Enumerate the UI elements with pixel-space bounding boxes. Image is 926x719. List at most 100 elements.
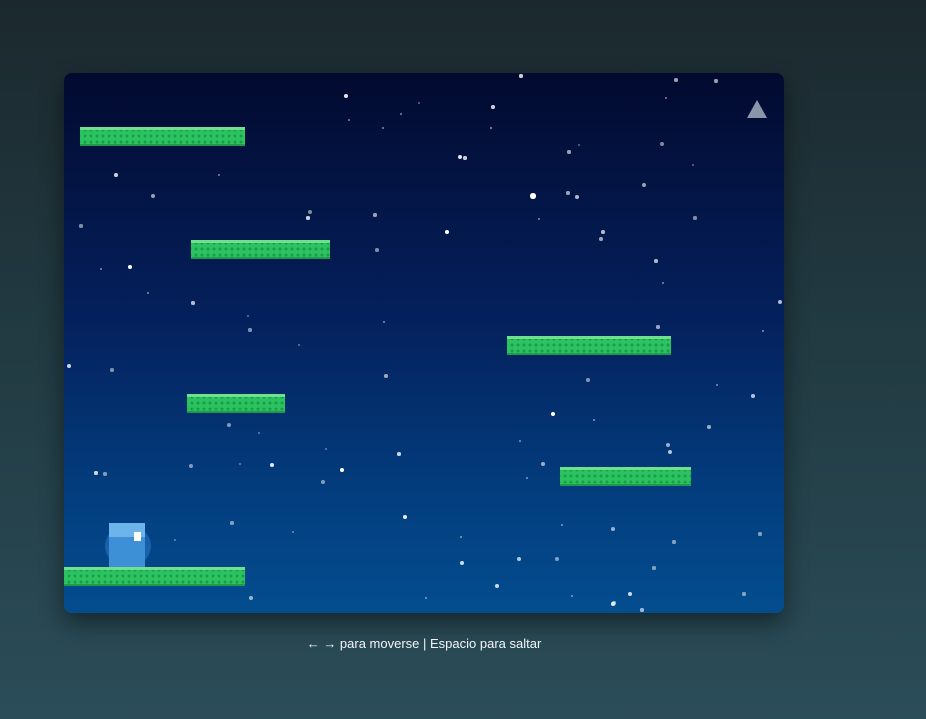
star — [67, 364, 71, 368]
star — [560, 523, 564, 527]
platform — [80, 127, 245, 146]
platform — [560, 467, 691, 486]
star — [758, 532, 762, 536]
star — [110, 368, 114, 372]
star — [566, 191, 570, 195]
star — [751, 394, 755, 398]
star — [399, 112, 403, 116]
star — [297, 343, 301, 347]
star — [518, 439, 522, 443]
star — [189, 464, 193, 468]
star — [540, 461, 546, 467]
star — [339, 467, 345, 473]
star — [191, 301, 195, 305]
game-canvas[interactable] — [64, 73, 784, 613]
star — [460, 561, 464, 565]
star — [668, 450, 672, 454]
star — [599, 237, 603, 241]
player-eye — [134, 532, 141, 541]
star — [661, 281, 665, 285]
star — [489, 126, 493, 130]
star — [306, 216, 310, 220]
star — [567, 150, 571, 154]
star — [151, 194, 155, 198]
star — [778, 300, 782, 304]
star — [347, 118, 351, 122]
star — [611, 602, 615, 606]
platform — [507, 336, 671, 355]
star — [660, 142, 664, 146]
star — [217, 173, 221, 177]
star — [742, 592, 746, 596]
star — [592, 418, 596, 422]
star — [641, 182, 647, 188]
star — [94, 471, 98, 475]
star — [114, 173, 118, 177]
star — [691, 163, 695, 167]
star — [424, 596, 428, 600]
star — [714, 79, 718, 83]
star — [654, 259, 658, 263]
platform — [187, 394, 285, 413]
star — [652, 566, 656, 570]
star — [715, 383, 719, 387]
star — [417, 101, 421, 105]
star — [517, 557, 521, 561]
star — [321, 480, 325, 484]
star — [525, 476, 529, 480]
star — [246, 314, 250, 318]
star — [173, 538, 177, 542]
star — [384, 374, 388, 378]
triangle-up-icon — [747, 100, 767, 118]
star — [656, 325, 660, 329]
star — [672, 540, 676, 544]
star — [103, 472, 107, 476]
star — [570, 594, 574, 598]
star — [537, 217, 541, 221]
star — [99, 267, 103, 271]
player-character — [109, 523, 145, 567]
star — [382, 320, 386, 324]
star — [373, 213, 377, 217]
star — [375, 248, 379, 252]
star — [519, 74, 523, 78]
star — [230, 521, 234, 525]
star — [343, 93, 349, 99]
star — [459, 535, 463, 539]
star — [550, 411, 556, 417]
star — [226, 422, 232, 428]
star — [238, 462, 242, 466]
star — [674, 78, 678, 82]
star — [693, 216, 697, 220]
star — [257, 431, 261, 435]
star — [574, 194, 580, 200]
star — [397, 452, 401, 456]
star — [248, 328, 252, 332]
star — [610, 526, 616, 532]
star — [324, 447, 328, 451]
star — [491, 105, 495, 109]
star — [381, 126, 385, 130]
star — [127, 264, 133, 270]
star — [601, 230, 605, 234]
platform-ground — [64, 567, 245, 586]
star — [463, 156, 467, 160]
star — [640, 608, 644, 612]
star — [270, 463, 274, 467]
star — [495, 584, 499, 588]
star — [707, 425, 711, 429]
star — [308, 210, 312, 214]
star — [248, 595, 254, 601]
star — [555, 557, 559, 561]
controls-instructions: ← → para moverse | Espacio para saltar — [306, 636, 542, 651]
star — [628, 592, 632, 596]
platform — [191, 240, 330, 259]
star — [530, 193, 536, 199]
star — [403, 515, 407, 519]
star — [457, 154, 463, 160]
star — [761, 329, 765, 333]
star — [291, 530, 295, 534]
star — [146, 291, 150, 295]
star — [577, 143, 581, 147]
star — [586, 378, 590, 382]
